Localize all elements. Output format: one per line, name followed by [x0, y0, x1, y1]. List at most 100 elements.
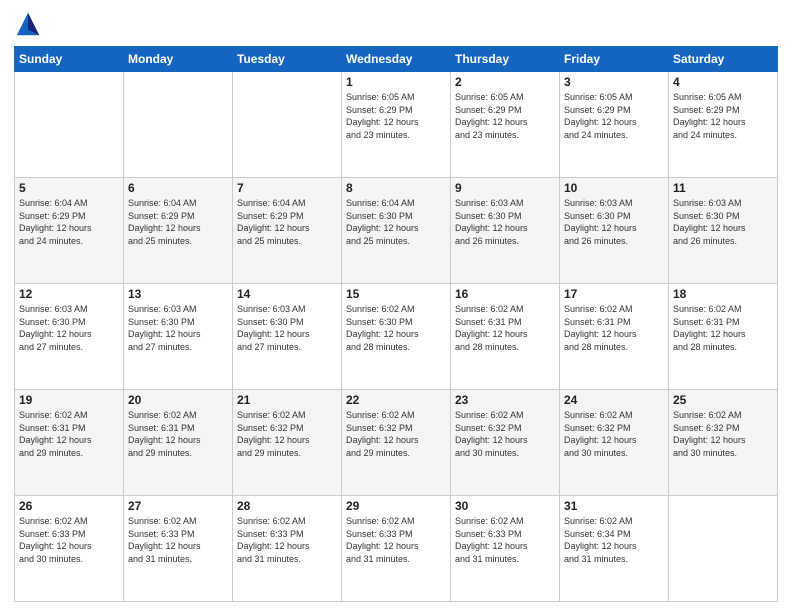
main-container: SundayMondayTuesdayWednesdayThursdayFrid… [0, 0, 792, 612]
day-info: Sunrise: 6:02 AMSunset: 6:34 PMDaylight:… [564, 515, 664, 565]
day-info: Sunrise: 6:02 AMSunset: 6:32 PMDaylight:… [564, 409, 664, 459]
day-info: Sunrise: 6:02 AMSunset: 6:33 PMDaylight:… [128, 515, 228, 565]
day-number: 26 [19, 499, 119, 513]
calendar-day-12: 12 Sunrise: 6:03 AMSunset: 6:30 PMDayligh… [15, 284, 124, 390]
days-of-week-row: SundayMondayTuesdayWednesdayThursdayFrid… [15, 47, 778, 72]
day-info: Sunrise: 6:02 AMSunset: 6:33 PMDaylight:… [346, 515, 446, 565]
calendar-body: 1 Sunrise: 6:05 AMSunset: 6:29 PMDaylight… [15, 72, 778, 602]
day-info: Sunrise: 6:02 AMSunset: 6:31 PMDaylight:… [564, 303, 664, 353]
calendar-day-14: 14Sunrise: 6:03 AMSunset: 6:30 PMDayligh… [233, 284, 342, 390]
day-number: 15 [346, 287, 446, 301]
calendar-day-10: 10 Sunrise: 6:03 AMSunset: 6:30 PMDayligh… [560, 178, 669, 284]
day-info: Sunrise: 6:04 AMSunset: 6:30 PMDaylight:… [346, 197, 446, 247]
day-of-week-sunday: Sunday [15, 47, 124, 72]
calendar-day-18: 18 Sunrise: 6:02 AMSunset: 6:31 PMDayligh… [669, 284, 778, 390]
calendar-day-4: 4 Sunrise: 6:05 AMSunset: 6:29 PMDaylight… [669, 72, 778, 178]
calendar-day-11: 11 Sunrise: 6:03 AMSunset: 6:30 PMDayligh… [669, 178, 778, 284]
calendar-day-27: 27 Sunrise: 6:02 AMSunset: 6:33 PMDayligh… [124, 496, 233, 602]
day-number: 17 [564, 287, 664, 301]
day-of-week-monday: Monday [124, 47, 233, 72]
calendar-day-9: 9 Sunrise: 6:03 AMSunset: 6:30 PMDaylight… [451, 178, 560, 284]
day-number: 5 [19, 181, 119, 195]
calendar-day-30: 30 Sunrise: 6:02 AMSunset: 6:33 PMDayligh… [451, 496, 560, 602]
day-number: 27 [128, 499, 228, 513]
day-info: Sunrise: 6:02 AMSunset: 6:33 PMDaylight:… [455, 515, 555, 565]
day-number: 14 [237, 287, 337, 301]
day-number: 16 [455, 287, 555, 301]
calendar-day-24: 24 Sunrise: 6:02 AMSunset: 6:32 PMDayligh… [560, 390, 669, 496]
day-info: Sunrise: 6:02 AMSunset: 6:32 PMDaylight:… [673, 409, 773, 459]
day-number: 31 [564, 499, 664, 513]
calendar-day-22: 22 Sunrise: 6:02 AMSunset: 6:32 PMDayligh… [342, 390, 451, 496]
day-of-week-friday: Friday [560, 47, 669, 72]
calendar-day-6: 6 Sunrise: 6:04 AMSunset: 6:29 PMDaylight… [124, 178, 233, 284]
day-of-week-saturday: Saturday [669, 47, 778, 72]
day-info: Sunrise: 6:03 AMSunset: 6:30 PMDaylight:… [128, 303, 228, 353]
calendar-header: SundayMondayTuesdayWednesdayThursdayFrid… [15, 47, 778, 72]
calendar-day-29: 29 Sunrise: 6:02 AMSunset: 6:33 PMDayligh… [342, 496, 451, 602]
calendar-day-28: 28Sunrise: 6:02 AMSunset: 6:33 PMDayligh… [233, 496, 342, 602]
day-info: Sunrise: 6:03 AMSunset: 6:30 PMDaylight:… [455, 197, 555, 247]
day-number: 7 [237, 181, 337, 195]
day-info: Sunrise: 6:03 AMSunset: 6:30 PMDaylight:… [19, 303, 119, 353]
calendar-day-31: 31 Sunrise: 6:02 AMSunset: 6:34 PMDayligh… [560, 496, 669, 602]
calendar-empty-cell [669, 496, 778, 602]
calendar-week-3: 12 Sunrise: 6:03 AMSunset: 6:30 PMDayligh… [15, 284, 778, 390]
calendar-day-23: 23 Sunrise: 6:02 AMSunset: 6:32 PMDayligh… [451, 390, 560, 496]
calendar-day-19: 19Sunrise: 6:02 AMSunset: 6:31 PMDayligh… [15, 390, 124, 496]
day-info: Sunrise: 6:02 AMSunset: 6:32 PMDaylight:… [455, 409, 555, 459]
day-number: 10 [564, 181, 664, 195]
day-number: 2 [455, 75, 555, 89]
calendar-week-2: 5 Sunrise: 6:04 AMSunset: 6:29 PMDaylight… [15, 178, 778, 284]
day-info: Sunrise: 6:05 AMSunset: 6:29 PMDaylight:… [346, 91, 446, 141]
calendar-week-5: 26 Sunrise: 6:02 AMSunset: 6:33 PMDayligh… [15, 496, 778, 602]
calendar-day-15: 15Sunrise: 6:02 AMSunset: 6:30 PMDayligh… [342, 284, 451, 390]
calendar-day-1: 1 Sunrise: 6:05 AMSunset: 6:29 PMDaylight… [342, 72, 451, 178]
day-number: 30 [455, 499, 555, 513]
day-number: 28 [237, 499, 337, 513]
calendar-day-25: 25 Sunrise: 6:02 AMSunset: 6:32 PMDayligh… [669, 390, 778, 496]
day-of-week-thursday: Thursday [451, 47, 560, 72]
day-of-week-tuesday: Tuesday [233, 47, 342, 72]
logo-icon [14, 10, 42, 38]
day-number: 18 [673, 287, 773, 301]
day-info: Sunrise: 6:02 AMSunset: 6:33 PMDaylight:… [19, 515, 119, 565]
day-number: 11 [673, 181, 773, 195]
calendar-day-7: 7Sunrise: 6:04 AMSunset: 6:29 PMDaylight… [233, 178, 342, 284]
calendar-week-4: 19Sunrise: 6:02 AMSunset: 6:31 PMDayligh… [15, 390, 778, 496]
calendar-day-2: 2 Sunrise: 6:05 AMSunset: 6:29 PMDaylight… [451, 72, 560, 178]
day-number: 6 [128, 181, 228, 195]
calendar-day-8: 8Sunrise: 6:04 AMSunset: 6:30 PMDaylight… [342, 178, 451, 284]
day-number: 3 [564, 75, 664, 89]
calendar-empty-cell [124, 72, 233, 178]
day-number: 4 [673, 75, 773, 89]
day-number: 29 [346, 499, 446, 513]
calendar-day-17: 17 Sunrise: 6:02 AMSunset: 6:31 PMDayligh… [560, 284, 669, 390]
day-info: Sunrise: 6:02 AMSunset: 6:32 PMDaylight:… [346, 409, 446, 459]
calendar-day-21: 21Sunrise: 6:02 AMSunset: 6:32 PMDayligh… [233, 390, 342, 496]
day-info: Sunrise: 6:02 AMSunset: 6:31 PMDaylight:… [673, 303, 773, 353]
day-info: Sunrise: 6:02 AMSunset: 6:31 PMDaylight:… [128, 409, 228, 459]
day-number: 25 [673, 393, 773, 407]
day-number: 1 [346, 75, 446, 89]
day-info: Sunrise: 6:03 AMSunset: 6:30 PMDaylight:… [673, 197, 773, 247]
day-of-week-wednesday: Wednesday [342, 47, 451, 72]
day-number: 24 [564, 393, 664, 407]
day-info: Sunrise: 6:02 AMSunset: 6:31 PMDaylight:… [19, 409, 119, 459]
day-info: Sunrise: 6:03 AMSunset: 6:30 PMDaylight:… [564, 197, 664, 247]
day-info: Sunrise: 6:05 AMSunset: 6:29 PMDaylight:… [673, 91, 773, 141]
day-info: Sunrise: 6:02 AMSunset: 6:31 PMDaylight:… [455, 303, 555, 353]
calendar-day-16: 16 Sunrise: 6:02 AMSunset: 6:31 PMDayligh… [451, 284, 560, 390]
day-info: Sunrise: 6:05 AMSunset: 6:29 PMDaylight:… [455, 91, 555, 141]
day-info: Sunrise: 6:04 AMSunset: 6:29 PMDaylight:… [19, 197, 119, 247]
header [14, 10, 778, 38]
day-number: 22 [346, 393, 446, 407]
day-number: 12 [19, 287, 119, 301]
day-number: 9 [455, 181, 555, 195]
day-number: 20 [128, 393, 228, 407]
day-info: Sunrise: 6:02 AMSunset: 6:32 PMDaylight:… [237, 409, 337, 459]
day-number: 13 [128, 287, 228, 301]
calendar-table: SundayMondayTuesdayWednesdayThursdayFrid… [14, 46, 778, 602]
day-info: Sunrise: 6:04 AMSunset: 6:29 PMDaylight:… [128, 197, 228, 247]
day-number: 23 [455, 393, 555, 407]
